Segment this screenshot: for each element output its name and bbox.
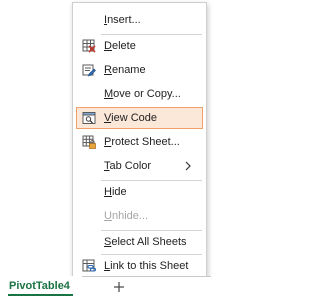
delete-sheet-icon [82, 39, 96, 53]
menu-item-label: Tab Color [104, 160, 152, 172]
active-tab-underline [8, 294, 73, 296]
menu-item-insert[interactable]: Insert... [76, 9, 203, 31]
plus-icon[interactable] [112, 280, 126, 294]
menu-item-label: Insert... [104, 14, 141, 26]
menu-item-label: Link to this Sheet [104, 260, 189, 272]
menu-item-select-all-sheets[interactable]: Select All Sheets [76, 231, 203, 253]
menu-item-delete[interactable]: Delete [76, 35, 203, 57]
sheet-tab-label: PivotTable4 [9, 280, 70, 292]
chevron-right-icon [183, 159, 193, 173]
menu-item-label: Rename [104, 64, 146, 76]
protect-sheet-icon [82, 135, 96, 149]
menu-item-hide[interactable]: Hide [76, 181, 203, 203]
sheet-tab-context-menu: Insert... Delete Rename Move or Copy... … [72, 2, 207, 278]
menu-item-unhide: Unhide... [76, 205, 203, 227]
menu-item-label: View Code [104, 112, 157, 124]
view-code-icon [82, 111, 96, 125]
sheet-tab-bar: PivotTable4 [0, 276, 211, 300]
menu-item-tab-color[interactable]: Tab Color [76, 155, 203, 177]
sheet-tab-active[interactable]: PivotTable4 [0, 276, 82, 300]
menu-item-link-to-this-sheet[interactable]: Link to this Sheet [76, 255, 203, 277]
menu-item-move-or-copy[interactable]: Move or Copy... [76, 83, 203, 105]
link-sheet-icon [82, 259, 97, 273]
menu-item-label: Move or Copy... [104, 88, 181, 100]
menu-item-label: Protect Sheet... [104, 136, 180, 148]
menu-item-label: Delete [104, 40, 136, 52]
menu-item-label: Unhide... [104, 210, 149, 222]
rename-icon [82, 63, 96, 77]
menu-item-view-code[interactable]: View Code [76, 107, 203, 129]
menu-item-protect-sheet[interactable]: Protect Sheet... [76, 131, 203, 153]
excel-window: Insert... Delete Rename Move or Copy... … [0, 0, 211, 300]
menu-item-rename[interactable]: Rename [76, 59, 203, 81]
menu-item-label: Hide [104, 186, 127, 198]
menu-item-label: Select All Sheets [104, 236, 187, 248]
